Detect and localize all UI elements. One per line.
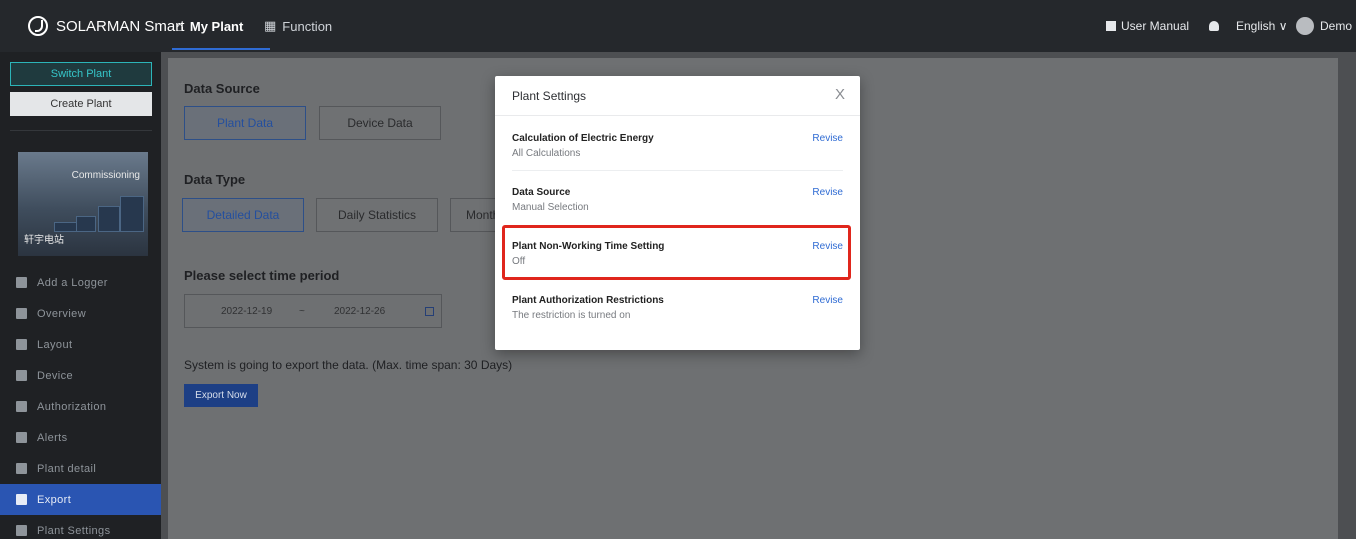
sidebar-item-label: Export bbox=[37, 493, 72, 506]
gear-icon bbox=[16, 525, 27, 536]
sidebar-item-device[interactable]: Device bbox=[0, 360, 161, 391]
setting-value: All Calculations bbox=[512, 148, 581, 159]
device-icon bbox=[16, 370, 27, 381]
highlight-box bbox=[502, 225, 851, 280]
brand-logo[interactable]: SOLARMAN Smart bbox=[28, 16, 184, 36]
avatar bbox=[1296, 17, 1314, 35]
export-icon bbox=[16, 494, 27, 505]
sidebar-item-label: Authorization bbox=[37, 400, 107, 413]
manual-icon bbox=[1106, 21, 1116, 31]
start-date[interactable]: 2022-12-19 bbox=[221, 306, 272, 317]
row-divider bbox=[512, 170, 843, 171]
create-plant-button[interactable]: Create Plant bbox=[10, 92, 152, 116]
nav-function[interactable]: ▦ Function bbox=[264, 0, 332, 52]
export-note: System is going to export the data. (Max… bbox=[184, 358, 513, 372]
sidebar-menu: Add a Logger Overview Layout Device Auth… bbox=[0, 267, 161, 539]
revise-link[interactable]: Revise bbox=[812, 187, 843, 198]
daily-statistics-option[interactable]: Daily Statistics bbox=[316, 198, 438, 232]
setting-label: Data Source bbox=[512, 187, 571, 198]
end-date[interactable]: 2022-12-26 bbox=[334, 306, 385, 317]
sidebar-item-label: Device bbox=[37, 369, 74, 382]
solar-panel-image bbox=[54, 196, 144, 232]
revise-link[interactable]: Revise bbox=[812, 295, 843, 306]
user-manual-label: User Manual bbox=[1121, 19, 1190, 33]
top-navigation-bar: SOLARMAN Smart ⌂ My Plant ▦ Function Use… bbox=[0, 0, 1356, 52]
username: Demo bbox=[1320, 19, 1353, 33]
nav-function-label: Function bbox=[282, 18, 333, 34]
calendar-icon[interactable] bbox=[425, 307, 434, 316]
setting-row-electric-energy: Calculation of Electric Energy All Calcu… bbox=[512, 133, 843, 185]
language-label: English ∨ bbox=[1236, 19, 1288, 33]
sidebar-item-label: Layout bbox=[37, 338, 73, 351]
plant-status-badge: Commissioning bbox=[71, 170, 140, 181]
setting-label: Calculation of Electric Energy bbox=[512, 133, 654, 144]
shield-icon bbox=[16, 401, 27, 412]
bell-icon bbox=[1209, 21, 1219, 31]
setting-row-authorization: Plant Authorization Restrictions The res… bbox=[512, 295, 843, 347]
detailed-data-option[interactable]: Detailed Data bbox=[182, 198, 304, 232]
layout-icon bbox=[16, 339, 27, 350]
sidebar-item-add-logger[interactable]: Add a Logger bbox=[0, 267, 161, 298]
sidebar-divider bbox=[10, 130, 152, 131]
setting-value: The restriction is turned on bbox=[512, 310, 631, 321]
date-range-picker[interactable]: 2022-12-19 ~ 2022-12-26 bbox=[184, 294, 442, 328]
detail-icon bbox=[16, 463, 27, 474]
solarman-logo-icon bbox=[28, 16, 48, 36]
sidebar-item-authorization[interactable]: Authorization bbox=[0, 391, 161, 422]
active-nav-underline bbox=[172, 48, 270, 50]
language-dropdown[interactable]: English ∨ bbox=[1236, 0, 1287, 52]
data-source-title: Data Source bbox=[184, 81, 260, 96]
revise-link[interactable]: Revise bbox=[812, 133, 843, 144]
modal-header: Plant Settings X bbox=[495, 76, 860, 116]
sidebar-item-label: Overview bbox=[37, 307, 87, 320]
sidebar-item-layout[interactable]: Layout bbox=[0, 329, 161, 360]
device-data-option[interactable]: Device Data bbox=[319, 106, 441, 140]
user-manual-link[interactable]: User Manual bbox=[1106, 0, 1189, 52]
user-menu[interactable]: Demo bbox=[1296, 0, 1352, 52]
chart-icon bbox=[16, 308, 27, 319]
setting-value: Manual Selection bbox=[512, 202, 589, 213]
sidebar-item-label: Add a Logger bbox=[37, 276, 108, 289]
sidebar-item-alerts[interactable]: Alerts bbox=[0, 422, 161, 453]
switch-plant-button[interactable]: Switch Plant bbox=[10, 62, 152, 86]
plant-card[interactable]: Commissioning 轩宇电站 bbox=[18, 152, 148, 256]
add-icon bbox=[16, 277, 27, 288]
modal-title: Plant Settings bbox=[512, 89, 587, 103]
home-icon: ⌂ bbox=[176, 18, 184, 34]
monthly-statistics-option[interactable]: Monthl bbox=[450, 198, 496, 232]
plant-data-option[interactable]: Plant Data bbox=[184, 106, 306, 140]
plant-name: 轩宇电站 bbox=[24, 235, 64, 246]
time-period-title: Please select time period bbox=[184, 268, 340, 283]
sidebar-item-label: Plant detail bbox=[37, 462, 97, 475]
function-icon: ▦ bbox=[264, 18, 277, 33]
nav-my-plant-label: My Plant bbox=[189, 18, 244, 34]
nav-my-plant[interactable]: ⌂ My Plant bbox=[176, 0, 243, 52]
plant-settings-modal: Plant Settings X Calculation of Electric… bbox=[495, 76, 860, 350]
alarm-icon bbox=[16, 432, 27, 443]
date-separator: ~ bbox=[299, 305, 305, 317]
close-icon[interactable]: X bbox=[835, 86, 845, 103]
brand-name: SOLARMAN Smart bbox=[56, 17, 185, 35]
sidebar-item-plant-detail[interactable]: Plant detail bbox=[0, 453, 161, 484]
sidebar-item-plant-settings[interactable]: Plant Settings bbox=[0, 515, 161, 539]
sidebar: Switch Plant Create Plant Commissioning … bbox=[0, 52, 161, 539]
sidebar-item-overview[interactable]: Overview bbox=[0, 298, 161, 329]
notification-button[interactable] bbox=[1209, 0, 1219, 52]
sidebar-item-label: Plant Settings bbox=[37, 524, 111, 537]
sidebar-item-export[interactable]: Export bbox=[0, 484, 161, 515]
data-type-title: Data Type bbox=[184, 172, 246, 187]
sidebar-item-label: Alerts bbox=[37, 431, 68, 444]
export-now-button[interactable]: Export Now bbox=[184, 384, 258, 407]
setting-label: Plant Authorization Restrictions bbox=[512, 295, 664, 306]
